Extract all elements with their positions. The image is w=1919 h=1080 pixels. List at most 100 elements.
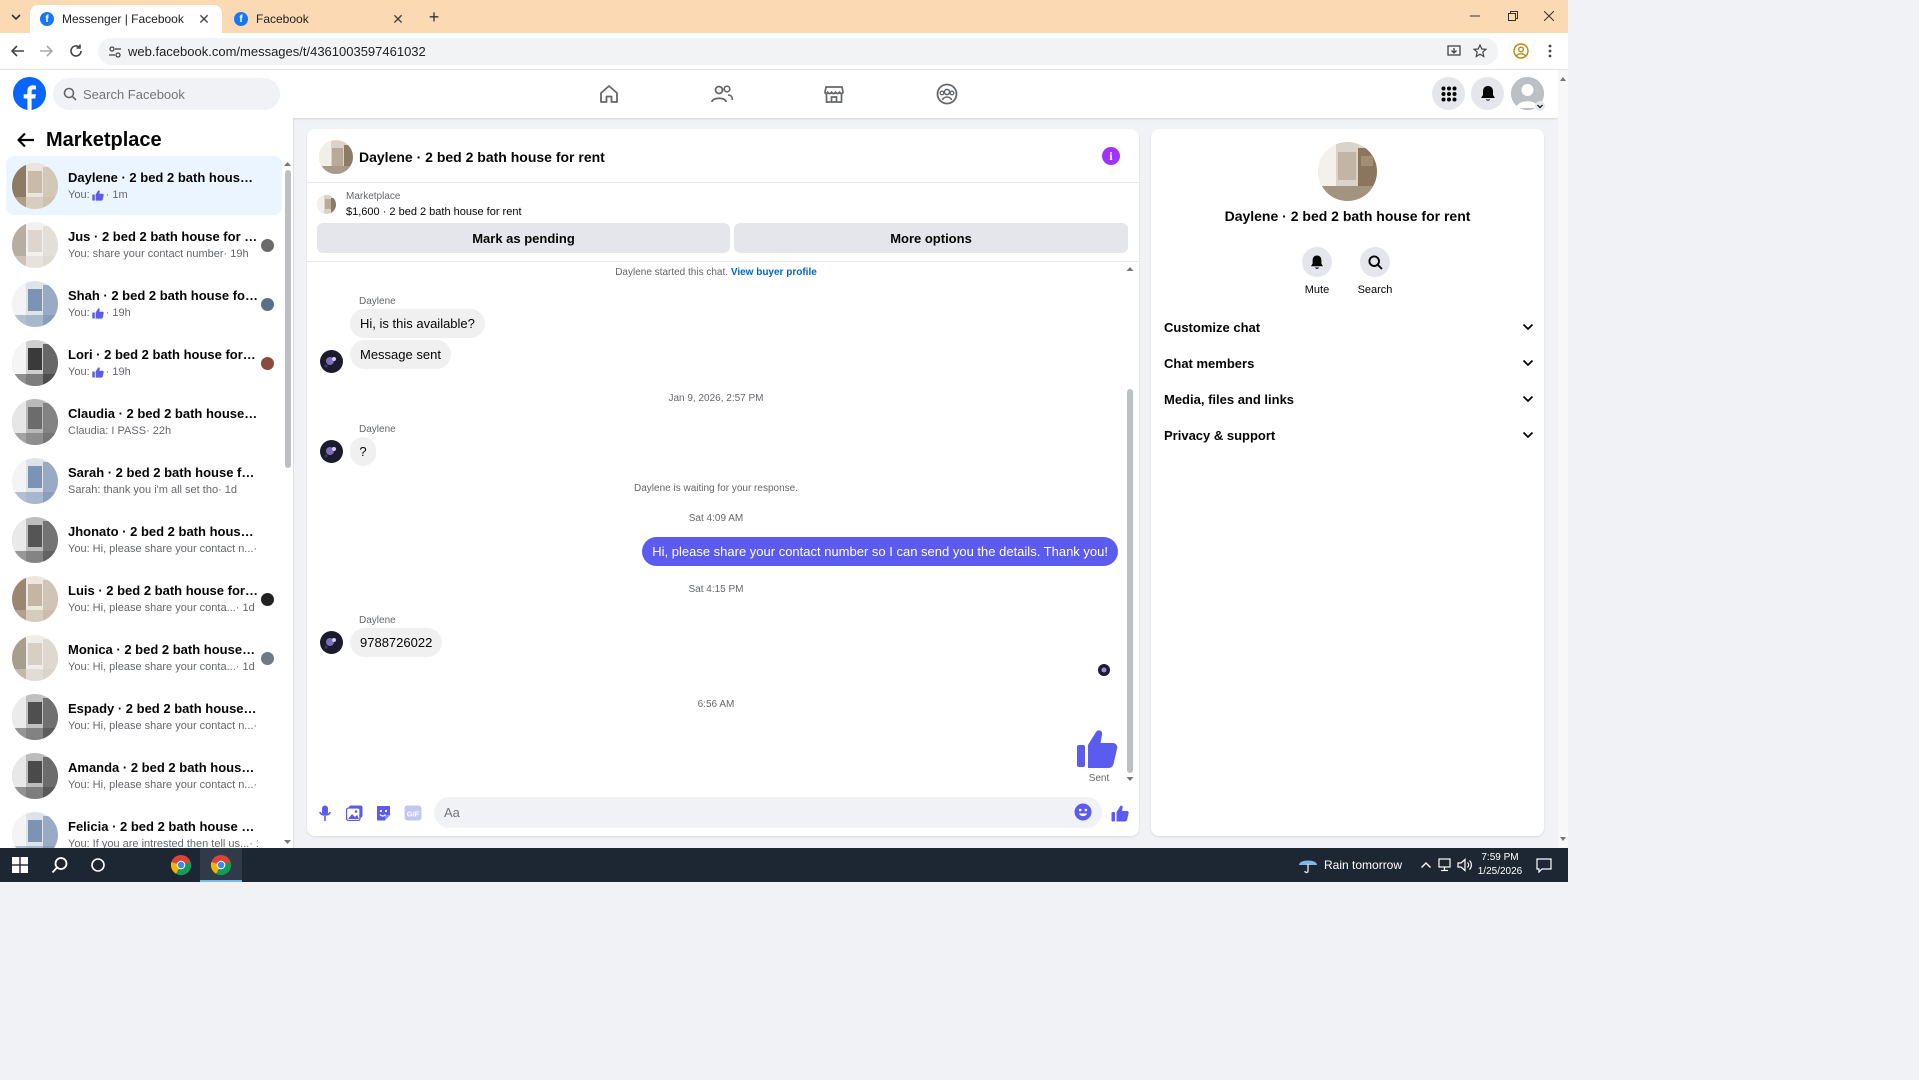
- message-bubble[interactable]: Hi, is this available?: [350, 309, 485, 338]
- sidebar-scrollbar[interactable]: [283, 158, 292, 848]
- view-buyer-profile-link[interactable]: View buyer profile: [731, 267, 817, 278]
- conversation-time: · 1d: [218, 484, 238, 496]
- facebook-search[interactable]: [53, 78, 280, 110]
- close-window-button[interactable]: [1530, 4, 1568, 28]
- my-message-bubble[interactable]: Hi, please share your contact number so …: [642, 537, 1118, 566]
- close-tab-icon[interactable]: ✕: [196, 11, 212, 27]
- clock-time: 7:59 PM: [1481, 852, 1519, 863]
- send-like-icon[interactable]: [1110, 803, 1130, 823]
- conversation-item[interactable]: Felicia · 2 bed 2 bath house for r... You…: [6, 805, 282, 848]
- conversation-item[interactable]: Jus · 2 bed 2 bath house for r... You: sh…: [6, 215, 282, 274]
- conversation-item[interactable]: Luis · 2 bed 2 bath house for r... You: H…: [6, 569, 282, 628]
- conversation-preview: You: · 1m: [68, 189, 128, 201]
- mute-button[interactable]: Mute: [1292, 247, 1342, 296]
- notification-center-icon[interactable]: [1532, 854, 1556, 876]
- menu-grid-button[interactable]: [1432, 77, 1465, 110]
- taskbar-clock[interactable]: 7:59 PM 1/25/2026: [1474, 851, 1526, 879]
- conversation-thumbnail: [12, 162, 58, 209]
- weather-widget[interactable]: Rain tomorrow: [1298, 856, 1402, 874]
- nav-home[interactable]: [589, 78, 629, 110]
- conversation-thumbnail: [12, 280, 58, 327]
- chat-title[interactable]: Daylene · 2 bed 2 bath house for rent: [359, 149, 605, 165]
- details-listing-photo[interactable]: [1318, 142, 1377, 201]
- conversation-item[interactable]: Sarah · 2 bed 2 bath house for r... Sarah…: [6, 451, 282, 510]
- facebook-logo[interactable]: [13, 77, 46, 110]
- conversation-item[interactable]: Daylene · 2 bed 2 bath house fo... You: ·…: [6, 156, 282, 215]
- minimize-button[interactable]: [1456, 4, 1494, 28]
- nav-friends[interactable]: [702, 78, 742, 110]
- message-bubble[interactable]: 9788726022: [350, 628, 443, 657]
- message-bubble[interactable]: Message sent: [350, 340, 451, 369]
- section-customize-chat[interactable]: Customize chat: [1164, 309, 1534, 345]
- microphone-icon[interactable]: [315, 803, 335, 823]
- search-input[interactable]: [83, 86, 263, 102]
- message-input-box[interactable]: [434, 797, 1102, 828]
- gif-icon[interactable]: GIF: [403, 803, 423, 823]
- info-icon[interactable]: i: [1102, 147, 1120, 165]
- chat-listing-thumbnail[interactable]: [319, 140, 353, 174]
- like-icon: [91, 307, 104, 319]
- conversation-item[interactable]: Espady · 2 bed 2 bath house for ... You: …: [6, 687, 282, 746]
- forward-button[interactable]: [36, 41, 56, 61]
- reload-button[interactable]: [66, 41, 86, 61]
- chat-scrollbar[interactable]: [1125, 263, 1135, 783]
- windows-start-icon[interactable]: [8, 854, 32, 876]
- bookmark-star-icon[interactable]: [1470, 41, 1490, 61]
- like-icon: [91, 189, 104, 201]
- sender-avatar[interactable]: [320, 631, 343, 654]
- conversation-item[interactable]: Jhonato · 2 bed 2 bath house fo... You: H…: [6, 510, 282, 569]
- section-media-files-links[interactable]: Media, files and links: [1164, 381, 1534, 417]
- conversation-time: · 1d: [253, 543, 258, 555]
- conversation-thumbnail: [12, 693, 58, 740]
- conversation-preview: Sarah: thank you i'm all set tho · 1d: [68, 484, 238, 496]
- browser-menu-icon[interactable]: [1540, 41, 1560, 61]
- chrome-taskbar-icon[interactable]: [168, 852, 194, 878]
- account-chevron-icon[interactable]: [1535, 101, 1545, 111]
- mark-as-pending-button[interactable]: Mark as pending: [317, 223, 730, 253]
- site-settings-icon[interactable]: [102, 38, 128, 65]
- page-scrollbar[interactable]: [1558, 70, 1568, 848]
- close-tab-icon[interactable]: ✕: [390, 11, 406, 27]
- sender-avatar[interactable]: [320, 440, 343, 463]
- search-in-chat-button[interactable]: Search: [1350, 247, 1400, 296]
- profile-icon[interactable]: [1511, 41, 1531, 61]
- seen-avatar: [261, 239, 274, 252]
- more-options-button[interactable]: More options: [734, 223, 1128, 253]
- sticker-icon[interactable]: [373, 803, 393, 823]
- section-privacy-support[interactable]: Privacy & support: [1164, 417, 1534, 453]
- tab-facebook[interactable]: f Facebook ✕: [224, 5, 416, 33]
- message-bubble[interactable]: ?: [350, 437, 376, 466]
- conversation-item[interactable]: Monica · 2 bed 2 bath house f... You: Hi,…: [6, 628, 282, 687]
- chevron-down-icon: [1522, 323, 1534, 331]
- back-button[interactable]: [8, 41, 28, 61]
- conversation-item[interactable]: Amanda · 2 bed 2 bath house fo... You: Hi…: [6, 746, 282, 805]
- new-tab-button[interactable]: +: [424, 7, 444, 27]
- listing-summary[interactable]: Marketplace $1,600 · 2 bed 2 bath house …: [317, 191, 717, 221]
- conversation-item[interactable]: Shah · 2 bed 2 bath house for ... You: · …: [6, 274, 282, 333]
- message-input[interactable]: [444, 805, 1044, 820]
- conversation-item[interactable]: Lori · 2 bed 2 bath house for r... You: ·…: [6, 333, 282, 392]
- restore-button[interactable]: [1494, 4, 1532, 28]
- back-arrow-icon[interactable]: [14, 128, 38, 152]
- browser-toolbar: web.facebook.com/messages/t/436100359746…: [0, 33, 1568, 70]
- tab-search-chevron-icon[interactable]: [6, 7, 26, 27]
- conversation-item[interactable]: Claudia · 2 bed 2 bath house for... Claud…: [6, 392, 282, 451]
- nav-groups[interactable]: [927, 78, 967, 110]
- taskbar-search-icon[interactable]: [48, 854, 72, 876]
- conversation-time: · 1d: [235, 602, 255, 614]
- section-chat-members[interactable]: Chat members: [1164, 345, 1534, 381]
- emoji-icon[interactable]: [1074, 803, 1092, 821]
- chrome-active-taskbar-item[interactable]: [200, 848, 242, 882]
- nav-marketplace[interactable]: [814, 78, 854, 110]
- sender-avatar[interactable]: [320, 350, 343, 373]
- sent-like-icon[interactable]: [1075, 728, 1119, 770]
- install-app-icon[interactable]: [1444, 41, 1464, 61]
- address-bar[interactable]: web.facebook.com/messages/t/436100359746…: [98, 38, 1498, 65]
- weather-text: Rain tomorrow: [1324, 858, 1403, 872]
- notifications-button[interactable]: [1471, 77, 1504, 110]
- conversation-thumbnail: [12, 221, 58, 268]
- tab-messenger[interactable]: f Messenger | Facebook ✕: [30, 5, 222, 33]
- task-view-icon[interactable]: [86, 854, 110, 876]
- photo-icon[interactable]: [344, 803, 364, 823]
- conversation-preview: You: Hi, please share your conta... · 1d: [68, 602, 255, 614]
